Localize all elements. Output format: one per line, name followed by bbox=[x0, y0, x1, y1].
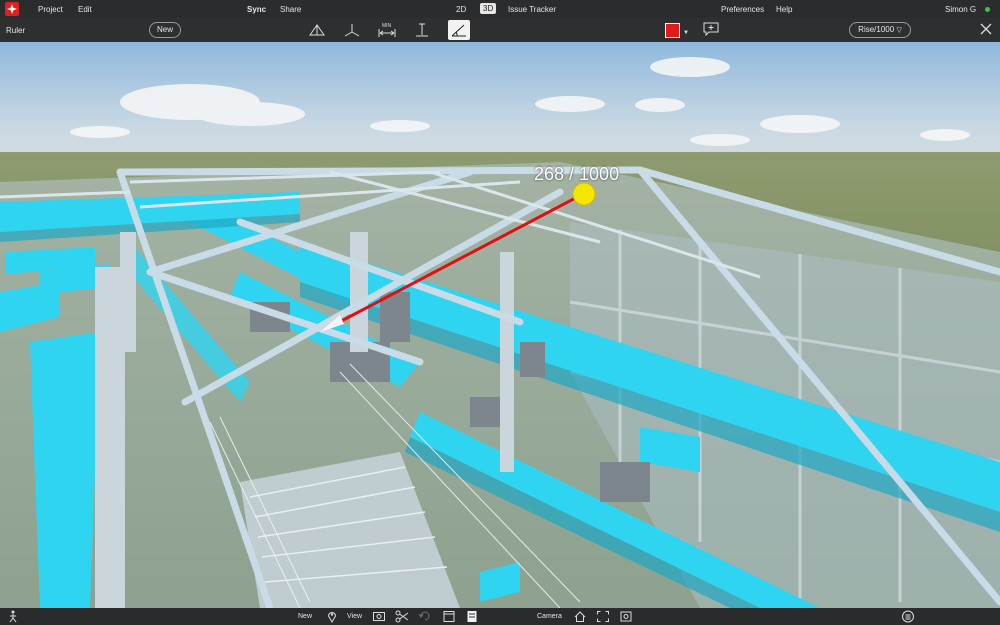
markup-button[interactable] bbox=[465, 610, 479, 623]
ruler-end-marker bbox=[572, 182, 596, 206]
close-button[interactable] bbox=[979, 22, 993, 36]
min-distance-tool[interactable]: MIN bbox=[376, 20, 398, 40]
location-button[interactable] bbox=[325, 610, 339, 623]
model-scene[interactable] bbox=[0, 42, 1000, 608]
3d-viewport[interactable]: 268 / 1000 bbox=[0, 42, 1000, 608]
min-distance-icon: MIN bbox=[376, 23, 398, 42]
camera-label[interactable]: Camera bbox=[537, 613, 562, 620]
home-icon bbox=[573, 611, 587, 625]
home-view-button[interactable] bbox=[573, 610, 587, 623]
mode-title: Ruler bbox=[6, 26, 26, 35]
scissors-icon bbox=[395, 610, 409, 625]
app-logo[interactable] bbox=[5, 2, 19, 16]
scale-select[interactable]: Rise/1000 ▽ bbox=[849, 22, 911, 38]
person-walk-icon bbox=[6, 610, 20, 625]
color-swatch[interactable] bbox=[665, 23, 680, 38]
vertical-distance-icon bbox=[411, 23, 433, 42]
map-pin-icon bbox=[325, 612, 339, 625]
slope-icon bbox=[448, 24, 470, 42]
add-comment-button[interactable] bbox=[703, 22, 719, 38]
close-icon bbox=[979, 23, 993, 38]
elevation-tool[interactable] bbox=[306, 20, 328, 40]
settings-button[interactable] bbox=[901, 610, 915, 623]
screenshot-button[interactable] bbox=[619, 610, 633, 623]
document-icon bbox=[465, 611, 479, 625]
menu-issue-tracker[interactable]: Issue Tracker bbox=[508, 5, 556, 14]
view-2d-button[interactable]: 2D bbox=[456, 5, 466, 14]
cube-icon bbox=[442, 611, 456, 625]
plane-tool[interactable] bbox=[341, 20, 363, 40]
list-icon bbox=[901, 610, 915, 625]
eye-icon bbox=[372, 612, 386, 625]
camera-target-icon bbox=[619, 611, 633, 625]
vertical-distance-tool[interactable] bbox=[411, 20, 433, 40]
menu-bar: Project Edit Sync Share 2D 3D Issue Trac… bbox=[0, 0, 1000, 18]
menu-help[interactable]: Help bbox=[776, 5, 792, 14]
visibility-button[interactable] bbox=[372, 610, 386, 623]
fit-view-button[interactable] bbox=[596, 610, 610, 623]
view-label[interactable]: View bbox=[347, 613, 362, 620]
menu-project[interactable]: Project bbox=[38, 5, 63, 14]
elevation-icon bbox=[306, 24, 328, 42]
new-label[interactable]: New bbox=[298, 613, 312, 620]
menu-edit[interactable]: Edit bbox=[78, 5, 92, 14]
measurement-label: 268 / 1000 bbox=[534, 164, 620, 184]
user-name[interactable]: Simon G bbox=[945, 5, 976, 14]
menu-share[interactable]: Share bbox=[280, 5, 301, 14]
expand-icon bbox=[596, 611, 610, 625]
undo-button[interactable] bbox=[418, 610, 432, 623]
plane-icon bbox=[341, 24, 363, 42]
section-cut-button[interactable] bbox=[395, 610, 409, 623]
add-comment-icon bbox=[703, 22, 719, 38]
ruler-toolbar: Ruler New MIN ▼ Rise/1000 ▽ bbox=[0, 18, 1000, 43]
bottom-bar: New View Camera bbox=[0, 608, 1000, 625]
color-dropdown-icon[interactable]: ▼ bbox=[683, 30, 689, 36]
new-measurement-button[interactable]: New bbox=[149, 22, 181, 38]
menu-preferences[interactable]: Preferences bbox=[721, 5, 764, 14]
walk-mode-button[interactable] bbox=[6, 610, 20, 623]
scale-select-value: Rise/1000 bbox=[858, 25, 895, 34]
svg-text:MIN: MIN bbox=[382, 23, 392, 29]
chevron-down-icon: ▽ bbox=[896, 27, 902, 34]
slope-tool[interactable] bbox=[448, 20, 470, 40]
undo-icon bbox=[418, 611, 432, 625]
box-view-button[interactable] bbox=[442, 610, 456, 623]
menu-sync[interactable]: Sync bbox=[247, 5, 266, 14]
view-3d-button[interactable]: 3D bbox=[480, 3, 497, 14]
online-status-indicator bbox=[985, 7, 990, 12]
